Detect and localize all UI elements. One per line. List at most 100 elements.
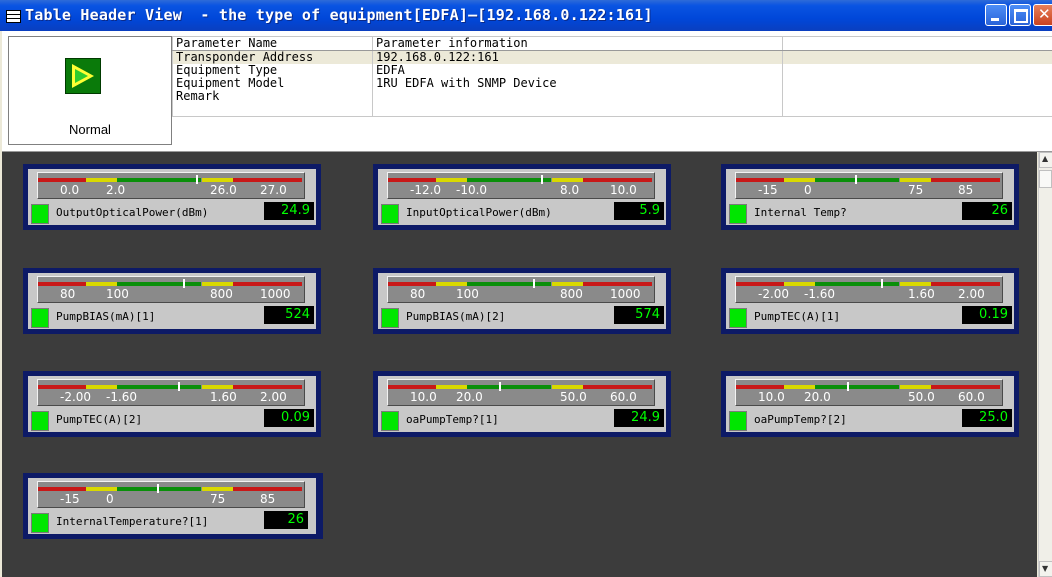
- gauge-widget[interactable]: -15 0 75 85 Internal Temp? 26: [721, 164, 1019, 230]
- gauge-scale: 80 100 800 1000: [387, 276, 655, 303]
- scroll-down-arrow-icon[interactable]: [1039, 561, 1052, 577]
- tick-label: 2.00: [958, 287, 985, 301]
- param-info: 192.168.0.122:161: [372, 50, 783, 64]
- scale-band: [388, 178, 436, 182]
- status-panel: Normal: [8, 36, 172, 145]
- param-name: Remark: [172, 90, 373, 117]
- status-normal-icon: [65, 58, 101, 94]
- scale-ticks: 80 100 800 1000: [388, 287, 654, 301]
- param-info: [372, 90, 783, 117]
- tick-label: -1.60: [804, 287, 836, 301]
- gauge-widget[interactable]: 10.0 20.0 50.0 60.0 oaPumpTemp?[2] 25.0: [721, 371, 1019, 437]
- scroll-up-arrow-icon[interactable]: [1039, 152, 1052, 168]
- tick-label: 75: [908, 183, 924, 197]
- gauge-label: InputOpticalPower(dBm): [406, 206, 552, 219]
- tick-label: 100: [456, 287, 479, 301]
- status-led-icon: [31, 204, 49, 224]
- scroll-thumb[interactable]: [1039, 170, 1052, 188]
- scale-band: [552, 282, 584, 286]
- scale-band: [583, 282, 652, 286]
- gauge-label: PumpTEC(A)[1]: [754, 310, 841, 323]
- gauge-widget[interactable]: 80 100 800 1000 PumpBIAS(mA)[1] 524: [23, 268, 321, 334]
- vertical-scrollbar[interactable]: [1038, 152, 1052, 577]
- scale-band: [233, 178, 302, 182]
- tick-label: -2.00: [60, 390, 92, 404]
- scale-ticks: -15 0 75 85: [736, 183, 1002, 197]
- gauge-body: -2.00 -1.60 1.60 2.00 PumpTEC(A)[2] 0.09: [28, 376, 316, 432]
- minimize-button[interactable]: [985, 4, 1007, 26]
- tick-label: 10.0: [610, 183, 637, 197]
- param-name: Equipment Model: [172, 77, 373, 90]
- gauge-body: -12.0 -10.0 8.0 10.0 InputOpticalPower(dBm) 5…: [378, 169, 666, 225]
- param-info: EDFA: [372, 64, 783, 77]
- gauge-body: 10.0 20.0 50.0 60.0 oaPumpTemp?[2] 25.0: [726, 376, 1014, 432]
- scale-ticks: 0.0 2.0 26.0 27.0: [38, 183, 304, 197]
- scale-band: [117, 178, 201, 182]
- scale-band: [784, 282, 816, 286]
- tick-label: 80: [60, 287, 76, 301]
- gauge-widget[interactable]: -2.00 -1.60 1.60 2.00 PumpTEC(A)[1] 0.19: [721, 268, 1019, 334]
- app-window: Table Header View - the type of equipmen…: [0, 0, 1052, 577]
- status-label: Normal: [69, 122, 111, 137]
- scale-band: [784, 178, 816, 182]
- tick-label: 0: [804, 183, 812, 197]
- tick-label: 800: [210, 287, 233, 301]
- gauge-widget[interactable]: -2.00 -1.60 1.60 2.00 PumpTEC(A)[2] 0.09: [23, 371, 321, 437]
- scale-band: [117, 487, 201, 491]
- gauge-scale: 10.0 20.0 50.0 60.0: [735, 379, 1003, 406]
- title-bar[interactable]: Table Header View - the type of equipmen…: [0, 0, 1052, 31]
- gauge-body: -15 0 75 85 InternalTemperature?[1] 26: [28, 478, 316, 534]
- gauge-value: 24.9: [264, 202, 314, 220]
- tick-label: 80: [410, 287, 426, 301]
- scale-band: [202, 178, 234, 182]
- scale-band: [436, 282, 468, 286]
- tick-label: 26.0: [210, 183, 237, 197]
- scale-ticks: -15 0 75 85: [38, 492, 304, 506]
- gauge-widget[interactable]: -15 0 75 85 InternalTemperature?[1] 26: [23, 473, 323, 539]
- scale-band: [552, 385, 584, 389]
- scale-band: [467, 178, 551, 182]
- gauge-body: 80 100 800 1000 PumpBIAS(mA)[2] 574: [378, 273, 666, 329]
- scale-band: [467, 385, 551, 389]
- scale-band: [117, 385, 201, 389]
- gauge-widget[interactable]: -12.0 -10.0 8.0 10.0 InputOpticalPower(dBm) 5…: [373, 164, 671, 230]
- status-led-icon: [729, 308, 747, 328]
- param-name: Equipment Type: [172, 64, 373, 77]
- scale-band: [233, 282, 302, 286]
- tick-label: 0: [106, 492, 114, 506]
- scale-band: [202, 487, 234, 491]
- maximize-button[interactable]: [1009, 4, 1031, 26]
- gauge-scale: -2.00 -1.60 1.60 2.00: [37, 379, 305, 406]
- table-row[interactable]: Equipment Model 1RU EDFA with SNMP Devic…: [172, 77, 1052, 90]
- status-led-icon: [31, 411, 49, 431]
- gauge-widget[interactable]: 10.0 20.0 50.0 60.0 oaPumpTemp?[1] 24.9: [373, 371, 671, 437]
- gauge-widget[interactable]: 80 100 800 1000 PumpBIAS(mA)[2] 574: [373, 268, 671, 334]
- table-row[interactable]: Remark: [172, 90, 1052, 117]
- gauge-value: 0.19: [962, 306, 1012, 324]
- scale-band: [388, 385, 436, 389]
- status-led-icon: [381, 204, 399, 224]
- gauge-value: 24.9: [614, 409, 664, 427]
- scale-ticks: -12.0 -10.0 8.0 10.0: [388, 183, 654, 197]
- scale-band: [86, 487, 118, 491]
- param-info: 1RU EDFA with SNMP Device: [372, 77, 783, 90]
- table-row[interactable]: Transponder Address 192.168.0.122:161: [172, 50, 1052, 64]
- gauge-widget[interactable]: 0.0 2.0 26.0 27.0 OutputOpticalPower(dBm) 24.…: [23, 164, 321, 230]
- tick-label: 60.0: [958, 390, 985, 404]
- scale-ticks: -2.00 -1.60 1.60 2.00: [736, 287, 1002, 301]
- table-icon: [6, 10, 21, 23]
- scale-band: [784, 385, 816, 389]
- gauge-value: 0.09: [264, 409, 314, 427]
- gauge-body: -2.00 -1.60 1.60 2.00 PumpTEC(A)[1] 0.19: [726, 273, 1014, 329]
- scale-band: [815, 385, 899, 389]
- gauge-value: 26: [264, 511, 308, 529]
- tick-label: -2.00: [758, 287, 790, 301]
- scale-ticks: 10.0 20.0 50.0 60.0: [388, 390, 654, 404]
- table-row[interactable]: Equipment Type EDFA: [172, 64, 1052, 77]
- scale-band: [233, 487, 302, 491]
- close-button[interactable]: [1033, 4, 1052, 26]
- status-led-icon: [31, 308, 49, 328]
- column-header-name[interactable]: Parameter Name: [172, 36, 373, 51]
- column-header-info[interactable]: Parameter information: [372, 36, 783, 51]
- scale-band: [900, 178, 932, 182]
